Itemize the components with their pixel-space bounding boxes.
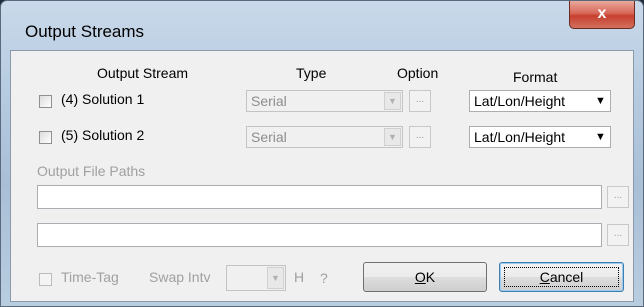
chevron-down-icon: ▼ (267, 267, 284, 289)
output-streams-dialog: Output Streams x Output Stream Type Opti… (0, 0, 644, 307)
output-path-2-field[interactable] (37, 223, 602, 247)
stream-2-format-select[interactable]: Lat/Lon/Height ▼ (469, 126, 611, 148)
swap-interval-select[interactable]: ▼ (226, 265, 286, 291)
output-file-paths-label: Output File Paths (37, 163, 146, 179)
focus-ring (504, 267, 619, 287)
output-path-1-field[interactable] (37, 185, 602, 209)
header-output-stream: Output Stream (97, 65, 189, 81)
chevron-down-icon: ▼ (595, 95, 606, 107)
chevron-down-icon: ▼ (384, 92, 401, 110)
header-format: Format (513, 69, 558, 85)
close-icon: x (597, 5, 607, 22)
chevron-down-icon: ▼ (595, 131, 606, 143)
cancel-button[interactable]: Cancel (499, 262, 624, 292)
help-icon[interactable]: ? (320, 270, 328, 286)
time-tag-checkbox[interactable] (39, 273, 52, 286)
close-button[interactable]: x (569, 1, 635, 29)
stream-2-format-value: Lat/Lon/Height (474, 129, 566, 145)
header-option: Option (397, 65, 439, 81)
chevron-down-icon: ▼ (384, 128, 401, 146)
ok-mnemonic: O (414, 269, 426, 285)
stream-2-type-select[interactable]: Serial ▼ (246, 126, 403, 148)
output-path-2-browse-button[interactable]: ... (607, 224, 629, 246)
swap-interval-label: Swap Intv (149, 269, 211, 285)
stream-1-option-button[interactable]: ... (409, 90, 431, 112)
ok-label: K (425, 269, 436, 285)
stream-1-format-value: Lat/Lon/Height (474, 93, 566, 109)
stream-2-type-value: Serial (251, 129, 287, 145)
dialog-client-area: Output Stream Type Option Format (4) Sol… (10, 50, 634, 302)
title-bar[interactable]: Output Streams x (1, 1, 643, 45)
stream-2-label: (5) Solution 2 (61, 127, 145, 143)
stream-1-label: (4) Solution 1 (61, 91, 145, 107)
ok-button[interactable]: OK (363, 262, 487, 292)
stream-1-type-value: Serial (251, 93, 287, 109)
window-title: Output Streams (25, 22, 145, 41)
stream-1-checkbox[interactable] (39, 95, 52, 108)
output-path-1-browse-button[interactable]: ... (607, 186, 629, 208)
stream-2-option-button[interactable]: ... (409, 126, 431, 148)
stream-1-type-select[interactable]: Serial ▼ (246, 90, 403, 112)
stream-2-checkbox[interactable] (39, 131, 52, 144)
time-tag-label: Time-Tag (61, 269, 119, 285)
stream-1-format-select[interactable]: Lat/Lon/Height ▼ (469, 90, 611, 112)
header-type: Type (296, 65, 327, 81)
swap-interval-unit: H (294, 269, 305, 285)
